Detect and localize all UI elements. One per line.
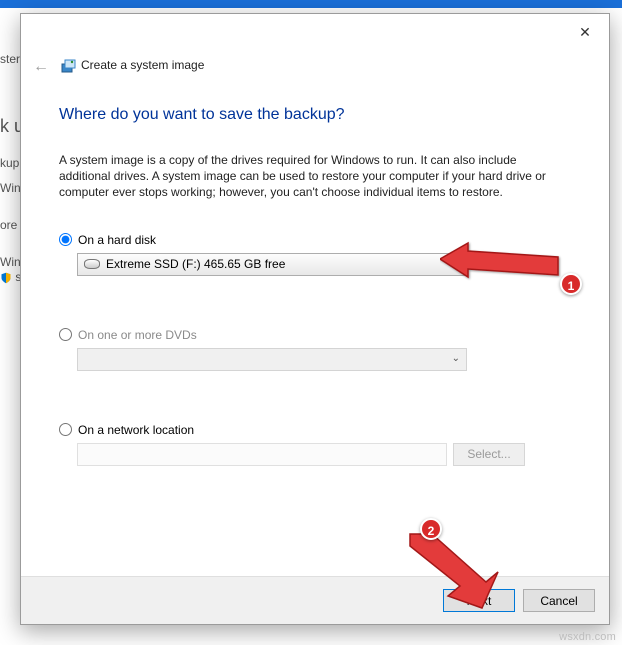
cancel-button[interactable]: Cancel xyxy=(523,589,595,612)
chevron-down-icon: ⌄ xyxy=(452,353,460,364)
radio-network-label: On a network location xyxy=(78,423,194,437)
system-image-icon xyxy=(61,58,77,74)
radio-network[interactable]: On a network location xyxy=(59,423,571,437)
radio-hard-disk[interactable]: On a hard disk xyxy=(59,233,571,247)
background-titlebar xyxy=(0,0,622,8)
radio-dvd-input[interactable] xyxy=(59,328,72,341)
dialog-title: Create a system image xyxy=(81,58,204,72)
hard-disk-icon xyxy=(84,259,100,269)
close-button[interactable]: ✕ xyxy=(571,22,599,44)
bg-text: Win xyxy=(0,255,21,269)
create-system-image-dialog: ✕ ← Create a system image Where do you w… xyxy=(20,13,610,625)
option-hard-disk: On a hard disk Extreme SSD (F:) 465.65 G… xyxy=(59,233,571,276)
radio-hard-disk-label: On a hard disk xyxy=(78,233,156,247)
bg-text: ster xyxy=(0,52,20,66)
bg-text: kup xyxy=(0,156,19,170)
option-network: On a network location Select... xyxy=(59,423,571,466)
dialog-footer: Next Cancel xyxy=(21,576,609,624)
page-heading: Where do you want to save the backup? xyxy=(59,106,571,124)
next-button[interactable]: Next xyxy=(443,589,515,612)
watermark: wsxdn.com xyxy=(559,631,616,643)
description-text: A system image is a copy of the drives r… xyxy=(59,152,571,201)
radio-dvd[interactable]: On one or more DVDs xyxy=(59,328,571,342)
network-path-input xyxy=(77,443,447,466)
shield-icon xyxy=(0,272,12,284)
radio-hard-disk-input[interactable] xyxy=(59,233,72,246)
bg-text: s xyxy=(0,270,21,284)
dialog-body: Where do you want to save the backup? A … xyxy=(59,106,571,508)
dvd-dropdown: ⌄ xyxy=(77,348,467,371)
drive-dropdown-value: Extreme SSD (F:) 465.65 GB free xyxy=(106,257,285,271)
select-network-button: Select... xyxy=(453,443,525,466)
annotation-badge-1: 1 xyxy=(560,273,582,295)
bg-text: Win xyxy=(0,181,21,195)
radio-network-input[interactable] xyxy=(59,423,72,436)
radio-dvd-label: On one or more DVDs xyxy=(78,328,197,342)
chevron-down-icon: ⌄ xyxy=(452,258,460,269)
back-button[interactable]: ← xyxy=(31,58,51,78)
annotation-badge-2: 2 xyxy=(420,518,442,540)
drive-dropdown[interactable]: Extreme SSD (F:) 465.65 GB free ⌄ xyxy=(77,253,467,276)
bg-text: ore xyxy=(0,218,17,232)
option-dvd: On one or more DVDs ⌄ xyxy=(59,328,571,371)
